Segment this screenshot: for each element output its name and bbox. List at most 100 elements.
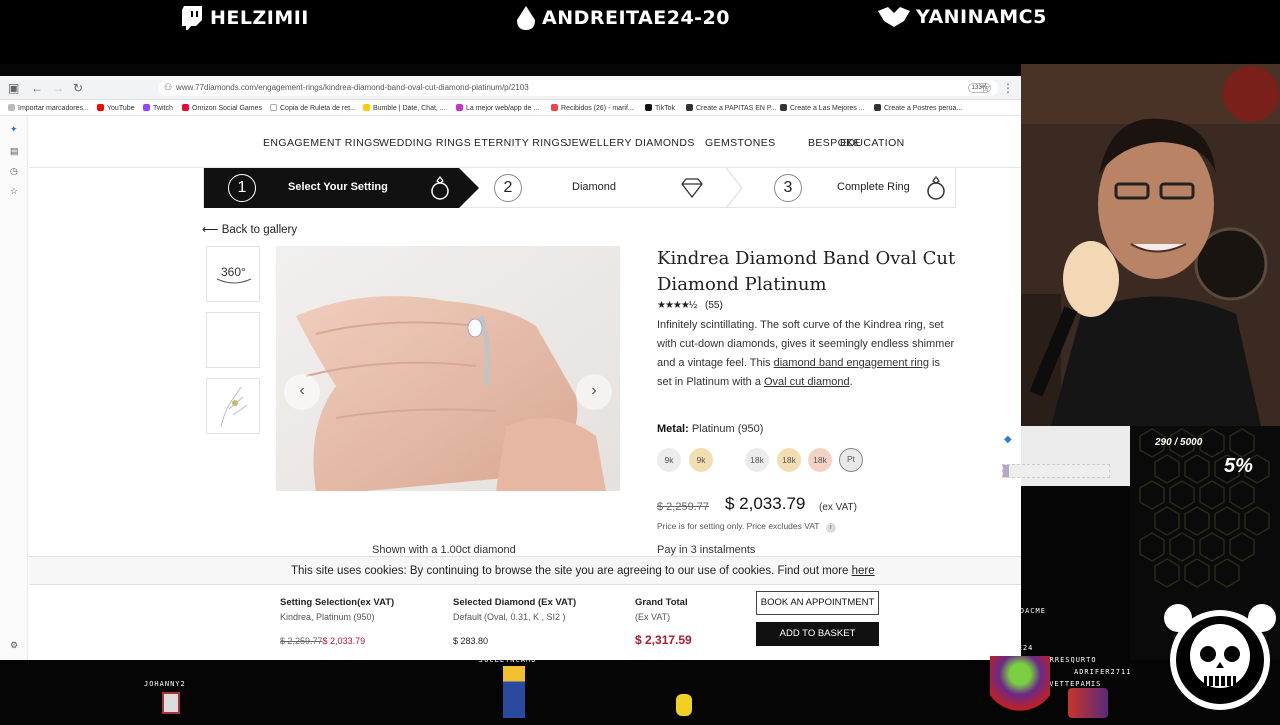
reload-icon[interactable]: ↻ — [73, 81, 83, 95]
metal-swatch-9k-yellow[interactable]: 9k — [689, 448, 713, 472]
forward-arrow-icon[interactable]: → — [52, 81, 64, 95]
product-main-image: ‹ › — [276, 246, 620, 491]
next-image-button[interactable]: › — [576, 374, 612, 410]
sparkle-icon[interactable]: ✦ — [10, 124, 18, 135]
rotate-arrow-icon — [216, 278, 252, 284]
gem-icon: ◆ — [1004, 434, 1012, 445]
oval-cut-link[interactable]: Oval cut diamond — [764, 376, 850, 388]
viewer-name: LIDDOSOFP — [660, 644, 707, 652]
metal-swatch-18k-yellow[interactable]: 18k — [777, 448, 801, 472]
main-navigation: ENGAGEMENT RINGS WEDDING RINGS ETERNITY … — [29, 116, 1021, 168]
goal-percent: 5% — [1224, 455, 1253, 477]
bookmark-item[interactable]: Create a Postres perua... — [874, 104, 962, 112]
bookmark-item[interactable]: Create a Las Mejores ... — [780, 104, 865, 112]
book-appointment-button[interactable]: BOOK AN APPOINTMENT — [756, 591, 879, 615]
viewer-name: ANDREITAE24 — [976, 644, 1034, 652]
step-label: Select Your Setting — [288, 181, 388, 193]
step-number: 1 — [228, 174, 256, 202]
metal-swatch-18k-white[interactable]: 18k — [745, 448, 769, 472]
metal-swatch-platinum[interactable]: Pt — [839, 448, 863, 472]
pixel-avatar — [676, 694, 692, 716]
bookmark-label: Create a Las Mejores ... — [790, 105, 865, 112]
goal-widget: ◆ — [1000, 426, 1130, 486]
bookmark-item[interactable]: Importar marcadores... — [8, 104, 89, 112]
site-info-icon[interactable]: ⚇ — [164, 82, 172, 93]
previous-image-button[interactable]: ‹ — [284, 374, 320, 410]
bookmark-item[interactable]: Recibidos (26) - marif... — [551, 104, 634, 112]
bookmark-star-icon[interactable]: ☆ — [980, 81, 991, 95]
nav-wedding-rings[interactable]: WEDDING RINGS — [379, 137, 471, 149]
metal-swatch-9k-white[interactable]: 9k — [657, 448, 681, 472]
back-arrow-icon[interactable]: ← — [31, 81, 43, 95]
bookmark-item[interactable]: La mejor web/app de ... — [456, 104, 539, 112]
nav-diamonds[interactable]: DIAMONDS — [635, 137, 695, 149]
stream-top-bar: HELZIMII ANDREITAE24-20 YANINAMC5 — [0, 0, 1280, 64]
streamer-2-name: ANDREITAE24-20 — [542, 7, 730, 29]
ring-icon — [927, 176, 945, 200]
bookmark-item[interactable]: Onrizon Social Games — [182, 104, 262, 112]
rating-row[interactable]: ★★★★½ (55) — [657, 300, 723, 311]
nav-eternity-rings[interactable]: ETERNITY RINGS — [474, 137, 568, 149]
info-icon[interactable]: i — [825, 523, 836, 533]
bookmark-item[interactable]: YouTube — [97, 104, 135, 112]
settings-gear-icon[interactable]: ⚙ — [10, 640, 18, 651]
streamer-1: HELZIMII — [182, 6, 309, 30]
step-label: Diamond — [572, 181, 617, 193]
diamond-band-link[interactable]: diamond band engagement ring — [774, 357, 929, 369]
nav-education[interactable]: EDUCATION — [840, 137, 905, 149]
arrow-left-icon: ⟵ — [202, 224, 222, 236]
back-to-gallery-link[interactable]: ⟵ Back to gallery — [202, 222, 297, 236]
total-title: Grand Total — [635, 597, 688, 608]
price-note-text: Price is for setting only. Price exclude… — [657, 521, 820, 531]
bookmark-item[interactable]: Bumble | Date, Chat, ... — [363, 104, 446, 112]
viewer-name: IVETTEPAMIS — [1044, 680, 1102, 688]
cookie-here-link[interactable]: here — [852, 565, 875, 577]
history-icon[interactable]: ◷ — [10, 166, 18, 177]
url-input[interactable]: www.77diamonds.com/engagement-rings/kind… — [158, 80, 998, 96]
price-note: Price is for setting only. Price exclude… — [657, 521, 836, 533]
viewer-name: ADRIFER2711 — [1074, 668, 1132, 676]
goal-progress-track — [1002, 464, 1110, 478]
bookmark-item[interactable]: Create a PAPITAS EN P... — [686, 104, 777, 112]
thumbnail-sketch[interactable] — [206, 378, 260, 434]
thumbnail-360[interactable]: 360° — [206, 246, 260, 302]
product-description: Infinitely scintillating. The soft curve… — [657, 316, 957, 392]
viewer-name: JOHANNY2 — [144, 680, 186, 688]
nav-gemstones[interactable]: GEMSTONES — [705, 137, 776, 149]
product-title: Kindrea Diamond Band Oval Cut Diamond Pl… — [657, 248, 956, 295]
web-page: ENGAGEMENT RINGS WEDDING RINGS ETERNITY … — [29, 116, 1021, 660]
reading-list-icon[interactable]: ▤ — [10, 146, 19, 157]
pay-in-instalments[interactable]: Pay in 3 instalments — [657, 544, 755, 556]
step-select-setting[interactable]: 1 Select Your Setting — [204, 168, 479, 208]
price-vat-label: (ex VAT) — [819, 502, 857, 513]
bookmark-label: YouTube — [107, 105, 135, 112]
streamer-3: YANINAMC5 — [878, 6, 1047, 28]
viewer-name: JOCELYNCAMU — [479, 656, 537, 664]
bookmark-label: TikTok — [655, 105, 675, 112]
pixel-avatar — [990, 656, 1050, 716]
star-rating-icon: ★★★★½ — [657, 300, 697, 311]
menu-dots-icon[interactable]: ⋮ — [1002, 81, 1014, 95]
setting-summary: Setting Selection(ex VAT) Kindrea, Plati… — [280, 595, 394, 649]
step-complete-ring[interactable]: 3 Complete Ring — [744, 168, 956, 208]
thumbnail-hand[interactable] — [206, 312, 430, 368]
diamond-icon — [681, 178, 703, 198]
metal-swatch-18k-rose[interactable]: 18k — [808, 448, 832, 472]
total-summary: Grand Total (Ex VAT) $ 2,317.59 — [635, 595, 692, 648]
bookmark-item[interactable]: TikTok — [645, 104, 675, 112]
star-icon[interactable]: ☆ — [10, 186, 18, 197]
streamer-1-name: HELZIMII — [210, 7, 309, 29]
nav-jewellery[interactable]: JEWELLERY — [566, 137, 632, 149]
tab-icon[interactable]: ▣ — [8, 81, 19, 95]
step-diamond[interactable]: 2 Diamond — [484, 168, 724, 208]
brand-skull-logo — [1160, 598, 1280, 718]
ring-icon — [431, 176, 449, 200]
bookmark-item[interactable]: Twitch — [143, 104, 173, 112]
add-to-basket-button[interactable]: ADD TO BASKET — [756, 622, 879, 646]
bookmark-label: Create a PAPITAS EN P... — [696, 105, 777, 112]
cookie-banner: This site uses cookies: By continuing to… — [29, 556, 1021, 585]
bookmark-item[interactable]: Copia de Ruleta de ret... — [270, 104, 356, 112]
setting-old-price: $ 2,259.77 — [280, 636, 323, 646]
nav-engagement-rings[interactable]: ENGAGEMENT RINGS — [263, 137, 380, 149]
browser-window: ▣ ← → ↻ www.77diamonds.com/engagement-ri… — [0, 76, 1021, 660]
